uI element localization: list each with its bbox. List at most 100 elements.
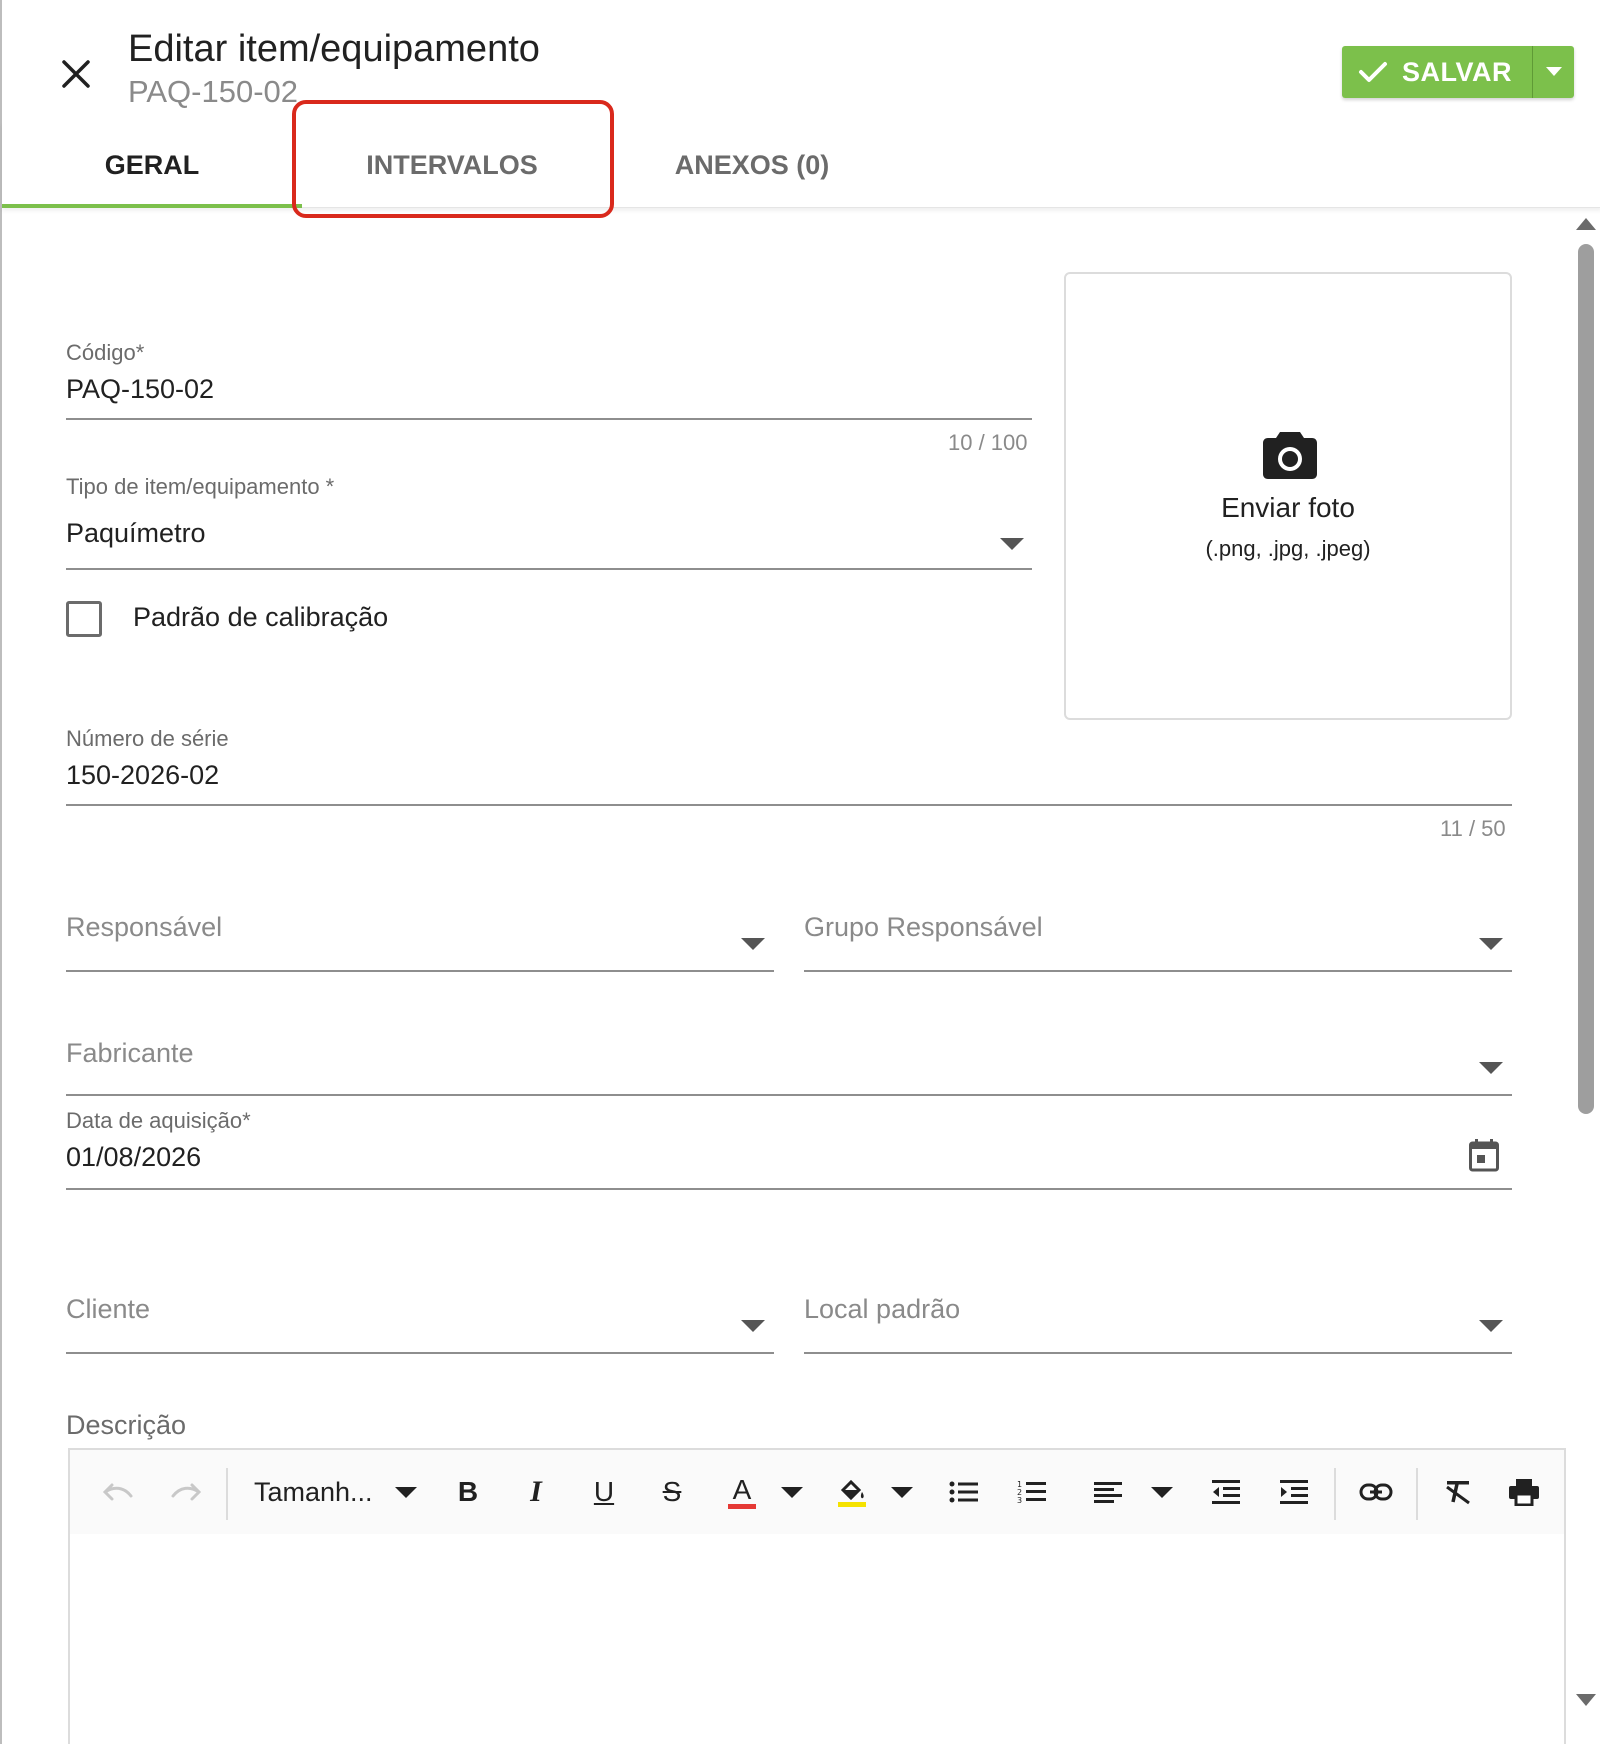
grupo-responsavel-dropdown-icon[interactable] [1479,938,1503,950]
svg-text:3: 3 [1017,1496,1022,1505]
descricao-label: Descrição [66,1410,187,1440]
chevron-down-icon [1545,67,1562,76]
data-aquisicao-underline [66,1188,1512,1190]
font-color-dropdown[interactable] [770,1472,814,1512]
close-button[interactable] [52,50,100,98]
save-button-group: SALVAR [1342,46,1574,98]
photo-upload-formats: (.png, .jpg, .jpeg) [1205,536,1371,561]
print-icon [1509,1479,1539,1506]
grupo-responsavel-select[interactable]: Grupo Responsável [804,912,1043,943]
cliente-dropdown-icon[interactable] [741,1320,765,1332]
fabricante-select[interactable]: Fabricante [66,1038,194,1069]
font-color-swatch [728,1503,756,1509]
dialog-subtitle: PAQ-150-02 [128,74,299,109]
align-button[interactable] [1086,1472,1130,1512]
codigo-input[interactable]: PAQ-150-02 [66,374,214,405]
local-padrao-underline [804,1352,1512,1354]
font-size-select[interactable]: Tamanh... [254,1472,417,1512]
underline-button[interactable]: U [582,1472,626,1512]
redo-button[interactable] [164,1472,208,1512]
tipo-dropdown-icon[interactable] [1000,538,1024,550]
highlight-dropdown[interactable] [880,1472,924,1512]
align-dropdown[interactable] [1140,1472,1184,1512]
align-caret-icon [1151,1486,1173,1498]
align-icon [1094,1482,1122,1503]
toolbar-divider [1334,1468,1336,1520]
indent-button[interactable] [1272,1472,1316,1512]
undo-button[interactable] [96,1472,140,1512]
italic-button[interactable]: I [514,1472,558,1512]
save-label: SALVAR [1402,56,1512,87]
font-color-button[interactable]: A [720,1472,764,1512]
editor-toolbar: Tamanh... B I U S A 1 2 3 [70,1450,1564,1534]
undo-icon [102,1483,133,1501]
font-size-caret-icon [394,1486,417,1498]
bold-icon: B [457,1476,479,1507]
editor-content-area[interactable] [70,1534,1564,1744]
numbered-list-button[interactable]: 123 [1010,1472,1054,1512]
responsavel-select[interactable]: Responsável [66,912,222,943]
bullet-list-icon [949,1481,978,1503]
highlight-swatch [838,1501,866,1507]
check-icon [1359,62,1387,82]
cliente-underline [66,1352,774,1354]
highlight-button[interactable] [830,1472,874,1512]
strikethrough-button[interactable]: S [650,1472,694,1512]
save-options-button[interactable] [1532,46,1574,98]
tab-bar: GERAL INTERVALOS ANEXOS (0) [2,122,1600,208]
tab-intervalos[interactable]: INTERVALOS [302,122,602,208]
save-button[interactable]: SALVAR [1342,46,1532,98]
local-padrao-select[interactable]: Local padrão [804,1294,960,1325]
tipo-select[interactable]: Paquímetro [66,518,206,549]
font-color-icon: A [732,1473,752,1505]
print-button[interactable] [1502,1472,1546,1512]
clear-format-button[interactable] [1436,1472,1480,1512]
toolbar-divider [1416,1468,1418,1520]
camera-icon [1263,432,1317,479]
tipo-label: Tipo de item/equipamento * [66,474,335,499]
edit-item-dialog: Editar item/equipamento PAQ-150-02 SALVA… [0,0,1600,1744]
fabricante-dropdown-icon[interactable] [1479,1062,1503,1074]
link-icon [1359,1483,1393,1501]
data-aquisicao-label: Data de aquisição* [66,1108,251,1133]
photo-upload-area[interactable]: Enviar foto (.png, .jpg, .jpeg) [1064,272,1512,720]
tab-anexos[interactable]: ANEXOS (0) [602,122,902,208]
calendar-icon[interactable] [1468,1138,1500,1172]
numbered-list-icon: 123 [1017,1480,1046,1505]
photo-upload-title: Enviar foto [1221,492,1355,523]
grupo-responsavel-underline [804,970,1512,972]
scroll-up-arrow[interactable] [1576,218,1596,230]
local-padrao-dropdown-icon[interactable] [1479,1320,1503,1332]
close-icon [62,60,90,88]
scrollbar-thumb[interactable] [1578,244,1594,1114]
tipo-underline [66,568,1032,570]
italic-icon: I [530,1475,542,1508]
active-tab-indicator [2,204,302,208]
outdent-button[interactable] [1204,1472,1248,1512]
bold-button[interactable]: B [446,1472,490,1512]
serie-underline [66,804,1512,806]
link-button[interactable] [1354,1472,1398,1512]
dialog-title: Editar item/equipamento [128,28,540,70]
strikethrough-icon: S [662,1476,682,1507]
data-aquisicao-input[interactable]: 01/08/2026 [66,1142,201,1173]
padrao-calibracao-checkbox[interactable] [66,601,102,637]
fabricante-underline [66,1094,1512,1096]
cliente-select[interactable]: Cliente [66,1294,150,1325]
tab-geral[interactable]: GERAL [2,122,302,208]
highlight-caret-icon [891,1486,913,1498]
codigo-label: Código* [66,340,145,365]
redo-icon [171,1483,202,1501]
serie-label: Número de série [66,726,229,751]
scroll-down-arrow[interactable] [1576,1694,1596,1706]
toolbar-divider [226,1468,228,1520]
font-color-caret-icon [781,1486,803,1498]
font-size-label: Tamanh... [254,1476,373,1507]
responsavel-dropdown-icon[interactable] [741,938,765,950]
highlight-icon [840,1479,864,1500]
serie-input[interactable]: 150-2026-02 [66,760,219,791]
codigo-underline [66,418,1032,420]
bullet-list-button[interactable] [942,1472,986,1512]
indent-icon [1280,1480,1308,1504]
clear-format-icon [1446,1481,1470,1505]
